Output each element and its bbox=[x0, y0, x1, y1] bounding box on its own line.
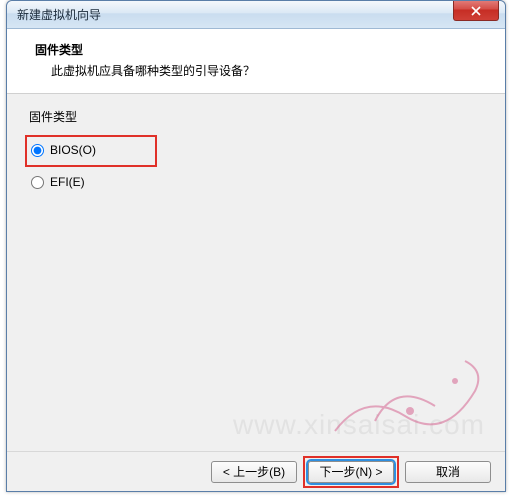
wizard-window: 新建虚拟机向导 固件类型 此虚拟机应具备哪种类型的引导设备？ 固件类型 BIOS… bbox=[6, 0, 506, 492]
highlight-bios: BIOS(O) bbox=[25, 135, 157, 167]
cancel-button[interactable]: 取消 bbox=[405, 461, 491, 483]
radio-bios[interactable] bbox=[31, 144, 44, 157]
back-button[interactable]: < 上一步(B) bbox=[211, 461, 297, 483]
highlight-next: 下一步(N) > bbox=[303, 456, 399, 488]
close-icon bbox=[471, 6, 481, 16]
radio-bios-label[interactable]: BIOS(O) bbox=[50, 143, 96, 157]
next-button[interactable]: 下一步(N) > bbox=[308, 461, 394, 483]
radio-efi-label[interactable]: EFI(E) bbox=[50, 175, 85, 189]
header-panel: 固件类型 此虚拟机应具备哪种类型的引导设备？ bbox=[7, 29, 505, 94]
radio-efi[interactable] bbox=[31, 176, 44, 189]
footer-buttons: < 上一步(B) 下一步(N) > 取消 bbox=[7, 451, 505, 491]
header-title: 固件类型 bbox=[35, 41, 505, 58]
content-area: 固件类型 BIOS(O) EFI(E) bbox=[7, 94, 505, 490]
close-button[interactable] bbox=[453, 1, 499, 21]
titlebar: 新建虚拟机向导 bbox=[7, 1, 505, 29]
header-subtitle: 此虚拟机应具备哪种类型的引导设备？ bbox=[35, 62, 505, 79]
window-title: 新建虚拟机向导 bbox=[17, 6, 505, 23]
firmware-group-label: 固件类型 bbox=[29, 108, 483, 125]
radio-row-bios[interactable]: BIOS(O) bbox=[29, 139, 153, 161]
radio-row-efi[interactable]: EFI(E) bbox=[29, 171, 483, 193]
